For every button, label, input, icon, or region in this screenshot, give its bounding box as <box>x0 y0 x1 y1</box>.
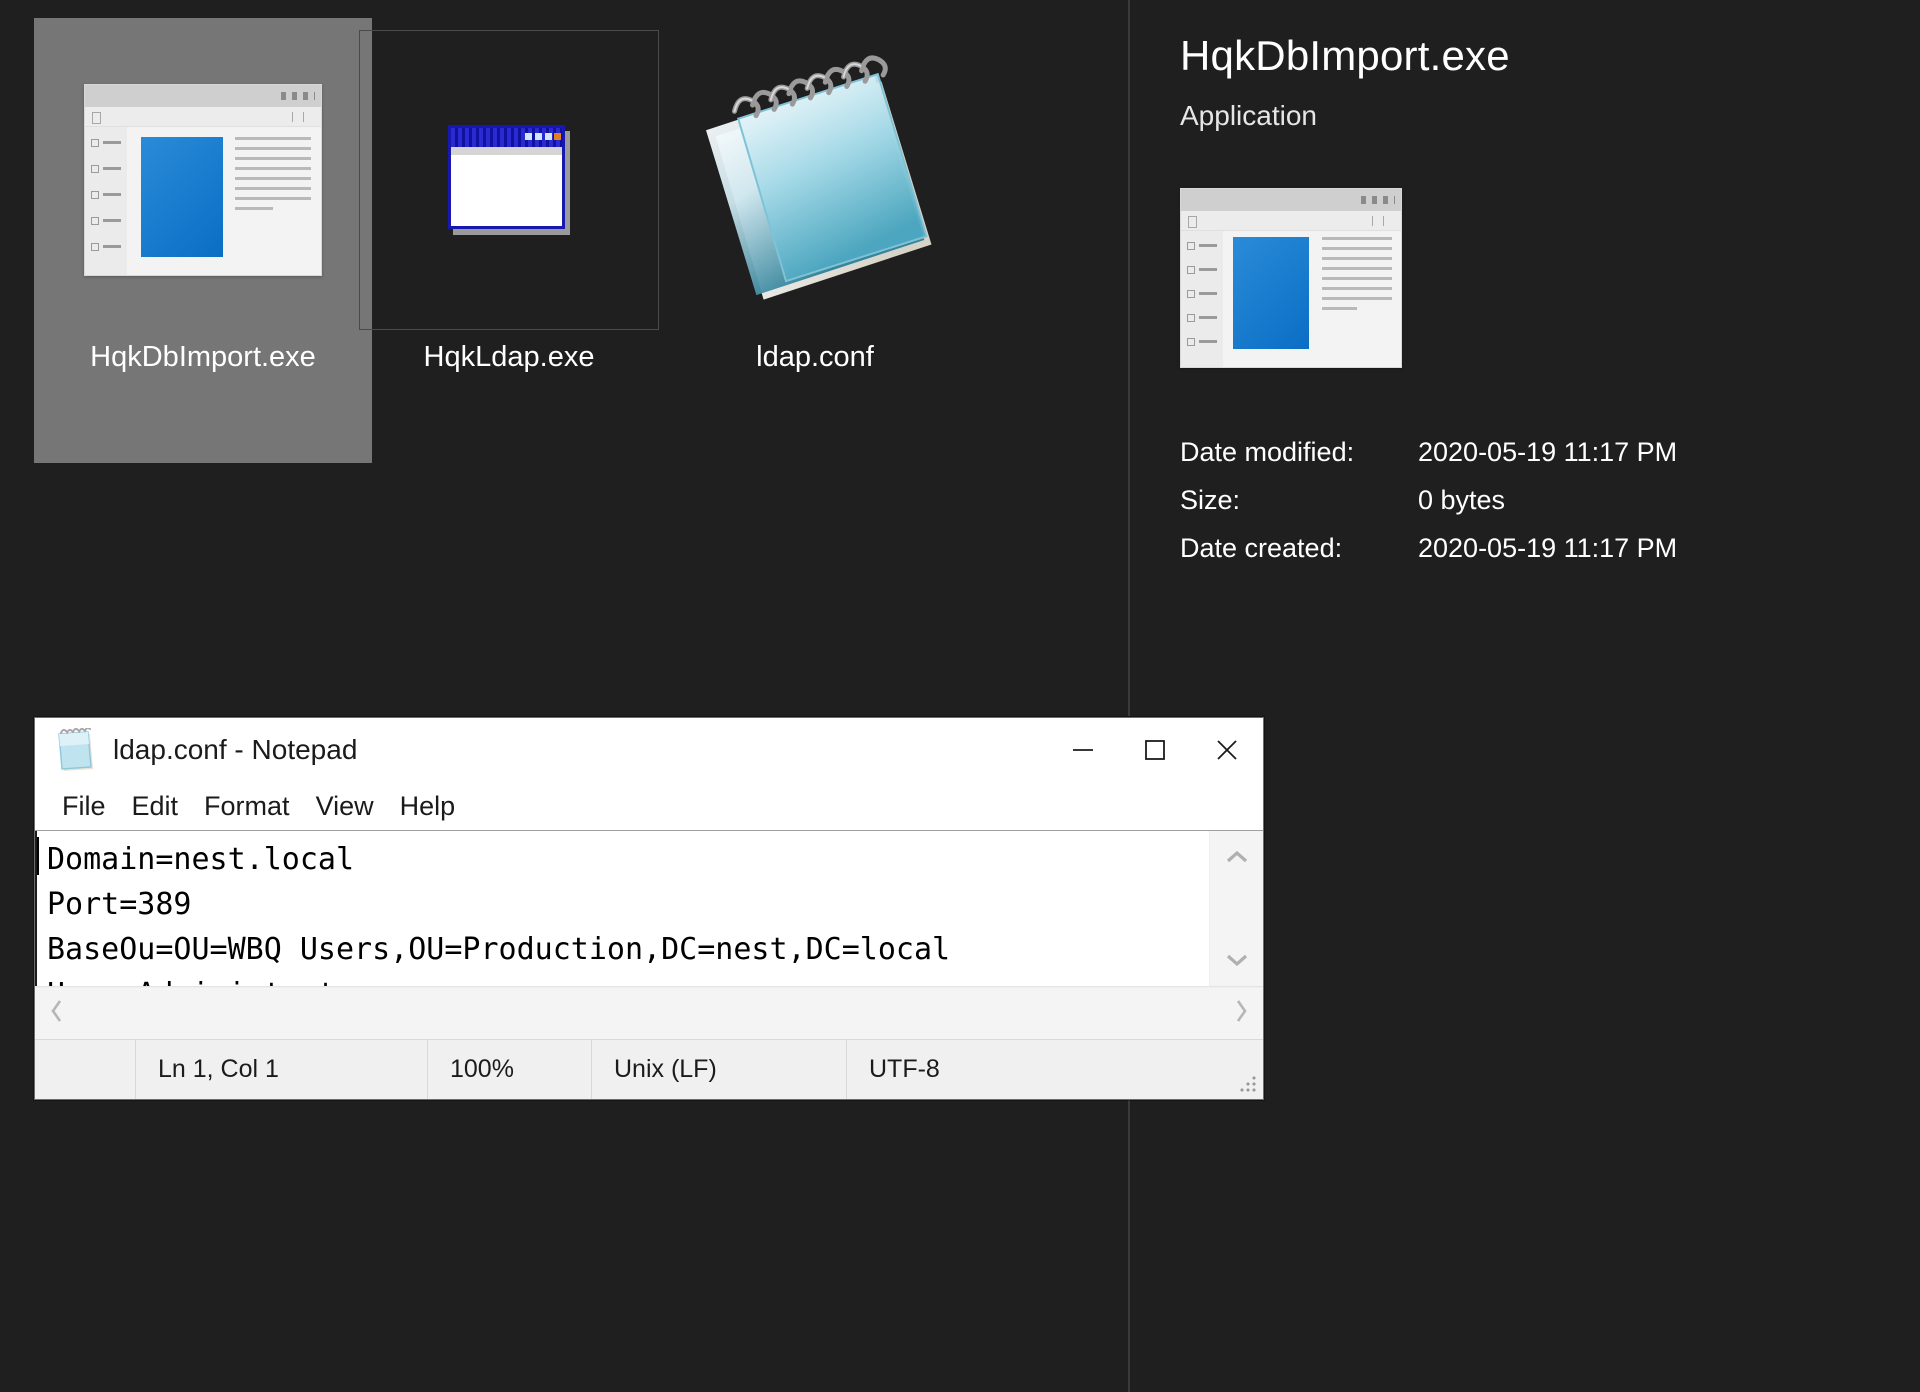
menu-item-edit[interactable]: Edit <box>119 782 192 830</box>
status-cursor-position: Ln 1, Col 1 <box>135 1040 427 1099</box>
chevron-down-icon[interactable] <box>1210 938 1263 982</box>
chevron-right-icon[interactable] <box>1233 997 1249 1031</box>
file-thumbnail <box>359 30 659 330</box>
file-label: HqkDbImport.exe <box>90 341 316 373</box>
status-zoom-level[interactable]: 100% <box>427 1040 591 1099</box>
window-controls <box>1047 718 1263 782</box>
metadata-key: Size: <box>1180 485 1241 515</box>
metadata-row: Date created: 2020-05-19 11:17 PM <box>1180 524 1920 572</box>
menu-item-view[interactable]: View <box>303 782 387 830</box>
application-window-icon <box>1180 188 1402 368</box>
chevron-up-icon[interactable] <box>1210 835 1263 879</box>
resize-grip-icon[interactable] <box>1239 1075 1257 1093</box>
details-file-name: HqkDbImport.exe <box>1180 32 1510 79</box>
text-caret <box>37 837 39 875</box>
notepad-edit-row: Domain=nest.local Port=389 BaseOu=OU=WBQ… <box>35 830 1263 987</box>
metadata-key: Date modified: <box>1180 437 1355 467</box>
horizontal-scrollbar[interactable] <box>35 987 1263 1039</box>
notepad-title-bar[interactable]: ldap.conf - Notepad <box>35 718 1263 782</box>
file-tile-ldap-conf[interactable]: ldap.conf <box>646 18 984 463</box>
minimize-icon[interactable] <box>1047 718 1119 782</box>
metadata-key: Date created: <box>1180 533 1343 563</box>
status-line-ending: Unix (LF) <box>591 1040 846 1099</box>
notepad-window[interactable]: ldap.conf - Notepad File Edit Format Vie… <box>34 717 1264 1100</box>
file-tile-hqkdbimport[interactable]: HqkDbImport.exe <box>34 18 372 463</box>
notepad-edit-area: Domain=nest.local Port=389 BaseOu=OU=WBQ… <box>35 830 1263 1039</box>
status-encoding: UTF-8 <box>846 1040 1263 1099</box>
menu-item-file[interactable]: File <box>49 782 119 830</box>
application-window-icon <box>84 84 322 276</box>
text-editor[interactable]: Domain=nest.local Port=389 BaseOu=OU=WBQ… <box>35 831 1209 986</box>
notepad-title-text: ldap.conf - Notepad <box>113 734 358 765</box>
details-pane-divider <box>1128 0 1130 716</box>
notepad-document-icon <box>690 55 940 305</box>
details-preview-icon <box>1180 188 1920 368</box>
metadata-row: Size: 0 bytes <box>1180 476 1920 524</box>
menu-item-format[interactable]: Format <box>191 782 303 830</box>
file-thumbnail <box>53 30 353 330</box>
notepad-status-bar: Ln 1, Col 1 100% Unix (LF) UTF-8 <box>35 1039 1263 1099</box>
legacy-application-icon <box>448 125 570 235</box>
metadata-value: 2020-05-19 11:17 PM <box>1418 437 1678 467</box>
metadata-row: Date modified: 2020-05-19 11:17 PM <box>1180 428 1920 476</box>
file-icon-grid: HqkDbImport.exe HqkLdap.exe ldap.conf <box>0 0 1128 716</box>
status-spacer <box>35 1040 135 1099</box>
notepad-menu-bar: File Edit Format View Help <box>35 782 1263 830</box>
metadata-value: 0 bytes <box>1418 485 1506 515</box>
file-thumbnail <box>665 30 965 330</box>
details-file-type: Application <box>1180 100 1317 131</box>
vertical-scrollbar[interactable] <box>1209 831 1263 986</box>
file-label: HqkLdap.exe <box>423 341 595 373</box>
desktop-root: HqkDbImport.exe HqkLdap.exe ldap.conf Hq… <box>0 0 1920 1392</box>
maximize-icon[interactable] <box>1119 718 1191 782</box>
chevron-left-icon[interactable] <box>49 997 65 1031</box>
metadata-value: 2020-05-19 11:17 PM <box>1418 533 1678 563</box>
details-metadata-list: Date modified: 2020-05-19 11:17 PM Size:… <box>1180 428 1920 572</box>
details-pane: HqkDbImport.exe Application Date modifie… <box>1180 0 1920 716</box>
file-label: ldap.conf <box>756 341 874 373</box>
close-icon[interactable] <box>1191 718 1263 782</box>
file-tile-hqkldap[interactable]: HqkLdap.exe <box>340 18 678 463</box>
notepad-icon <box>57 726 97 772</box>
lower-pane-divider <box>1128 1100 1130 1392</box>
menu-item-help[interactable]: Help <box>387 782 469 830</box>
